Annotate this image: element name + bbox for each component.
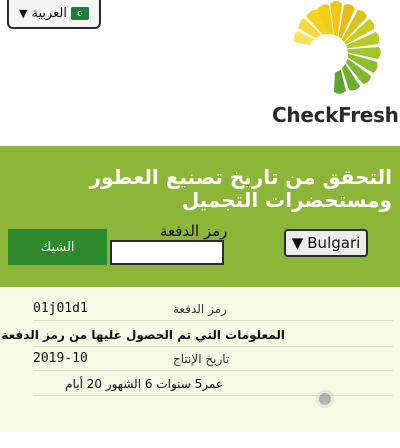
results-panel: 01j01d1 رمز الدفعة المعلومات التي تم الح…: [0, 287, 400, 432]
language-select[interactable]: ☪ العربية ▼: [7, 0, 101, 29]
result-row-production-date: 2019-10 تاريخ الإنتاج: [33, 347, 393, 371]
check-form-panel: التحقق من تاريخ تصنيع العطور ومستحضرات ا…: [0, 146, 400, 287]
watermark-dot-icon: [316, 390, 334, 408]
info-heading: المعلومات التي تم الحصول عليها من رمز ال…: [1, 327, 285, 342]
batch-code-value: 01j01d1: [33, 301, 88, 316]
result-row-batch-code: 01j01d1 رمز الدفعة: [33, 297, 393, 321]
brand-name: CheckFresh: [272, 103, 399, 127]
check-button[interactable]: الشيك: [8, 229, 107, 265]
sunburst-logo-icon: [293, 1, 381, 94]
result-row-info-heading: المعلومات التي تم الحصول عليها من رمز ال…: [1, 323, 393, 347]
language-label: العربية: [31, 6, 67, 21]
watermark-logo: [312, 380, 382, 416]
brand-select-value: Bulgari: [307, 234, 361, 252]
brand-select[interactable]: ▼ Bulgari: [284, 229, 368, 257]
chevron-down-icon: ▼: [19, 7, 28, 20]
production-date-label: تاريخ الإنتاج: [173, 351, 230, 366]
saudi-flag-icon: ☪: [71, 7, 89, 20]
batch-code-label: رمز الدفعة: [160, 222, 228, 240]
app-header: ☪ العربية ▼ CheckFresh: [0, 0, 400, 146]
page-bottom: [0, 432, 400, 448]
batch-code-input[interactable]: [110, 240, 224, 265]
age-text: عمر5 سنوات 6 الشهور 20 أيام: [65, 376, 223, 391]
page-title: التحقق من تاريخ تصنيع العطور ومستحضرات ا…: [89, 165, 392, 212]
chevron-down-icon: ▼: [291, 234, 304, 252]
production-date-value: 2019-10: [33, 351, 88, 366]
batch-code-result-label: رمز الدفعة: [173, 301, 227, 316]
